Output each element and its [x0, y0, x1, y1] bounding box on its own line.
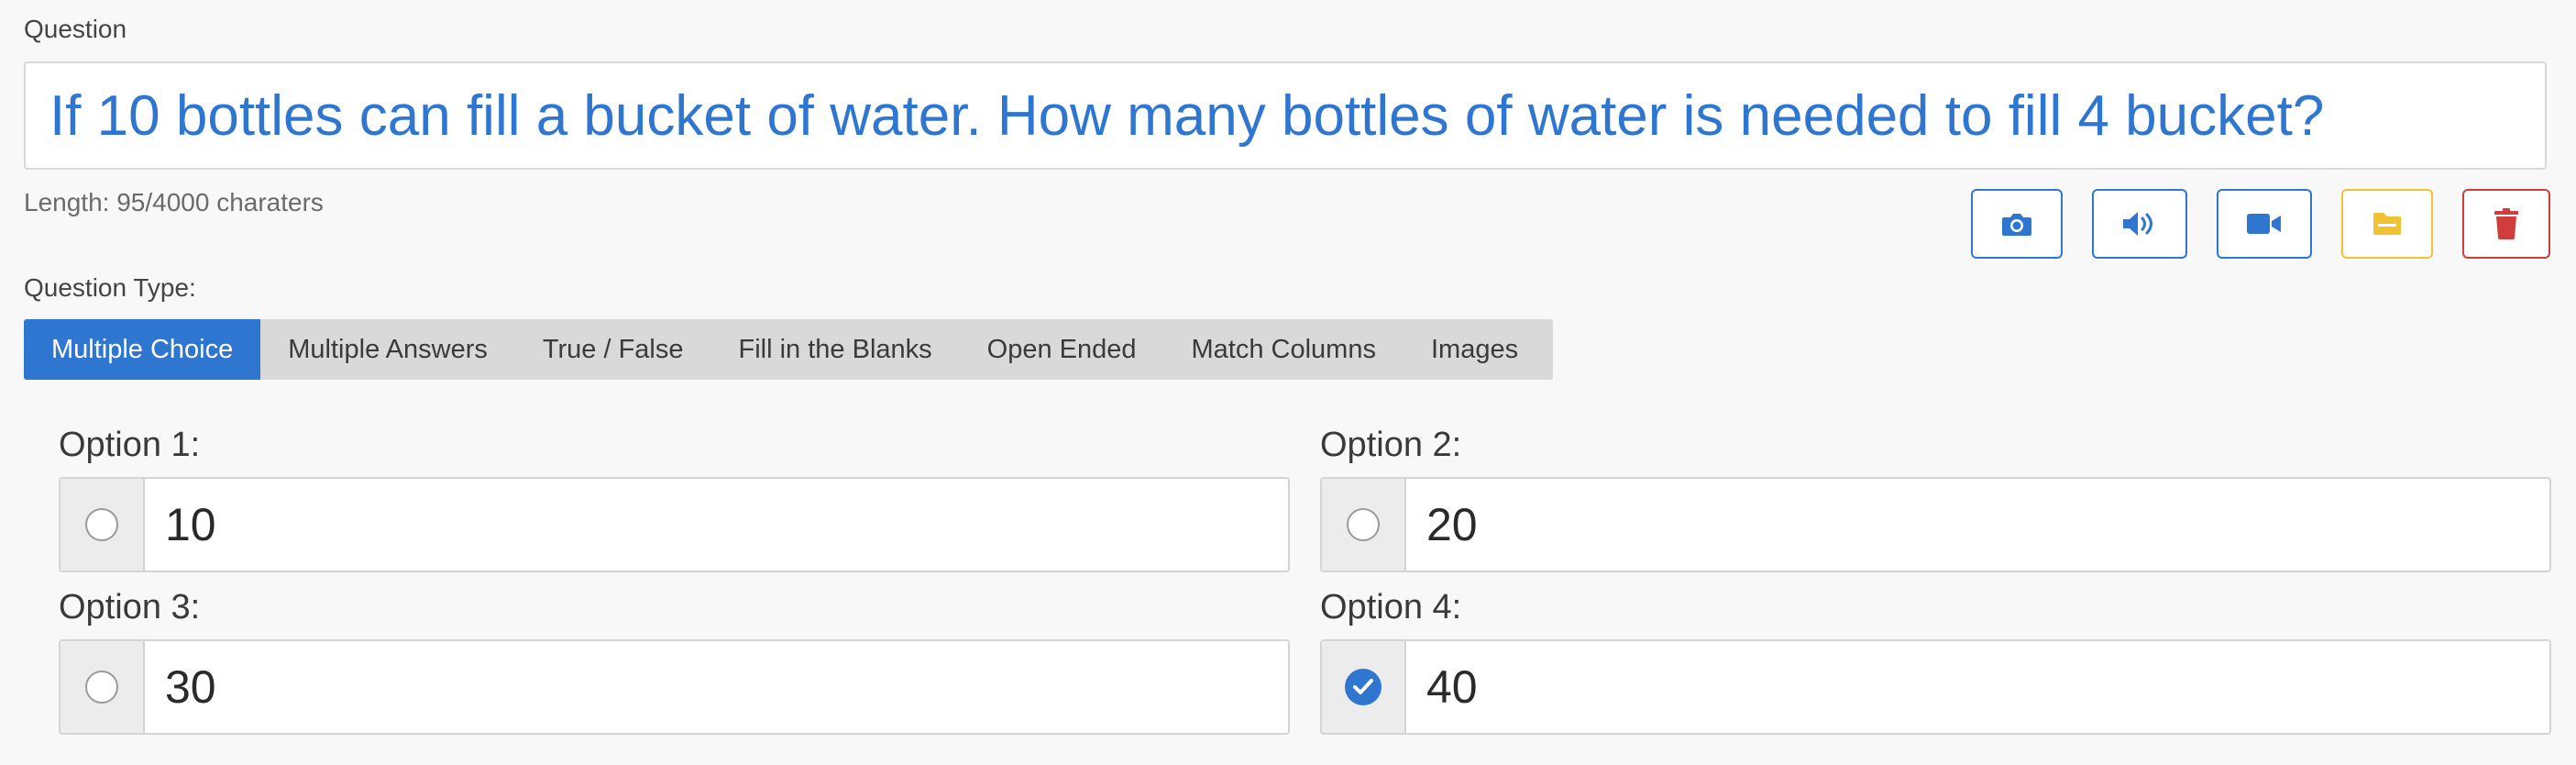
option-2-radio[interactable]	[1322, 479, 1406, 571]
check-circle-icon	[1345, 669, 1382, 705]
add-image-button[interactable]	[1971, 189, 2063, 259]
option-4-input[interactable]: 40	[1406, 641, 2549, 733]
folder-icon	[2372, 211, 2403, 237]
radio-unchecked-icon	[85, 671, 118, 704]
question-input[interactable]: If 10 bottles can fill a bucket of water…	[24, 61, 2547, 170]
tab-images[interactable]: Images	[1404, 319, 1546, 380]
option-1-label: Option 1:	[59, 426, 201, 464]
camera-icon	[2001, 210, 2032, 238]
option-2-input[interactable]: 20	[1406, 479, 2549, 571]
trash-icon	[2493, 208, 2519, 239]
question-type-tabs: Multiple Choice Multiple Answers True / …	[24, 319, 1553, 380]
radio-unchecked-icon	[85, 508, 118, 541]
question-text: If 10 bottles can fill a bucket of water…	[50, 83, 2325, 148]
option-2-label: Option 2:	[1320, 426, 1462, 464]
option-2-group: 20	[1320, 477, 2551, 572]
option-4-label: Option 4:	[1320, 588, 1462, 626]
question-type-label: Question Type:	[24, 273, 196, 302]
option-3-input[interactable]: 30	[145, 641, 1288, 733]
add-video-button[interactable]	[2217, 189, 2312, 259]
option-3-label: Option 3:	[59, 588, 201, 626]
tab-match-columns[interactable]: Match Columns	[1164, 319, 1404, 380]
option-4-group: 40	[1320, 639, 2551, 735]
tab-true-false[interactable]: True / False	[515, 319, 711, 380]
radio-unchecked-icon	[1347, 508, 1380, 541]
video-icon	[2246, 212, 2283, 236]
tab-open-ended[interactable]: Open Ended	[960, 319, 1164, 380]
option-1-radio[interactable]	[61, 479, 145, 571]
option-3-radio[interactable]	[61, 641, 145, 733]
length-counter: Length: 95/4000 charaters	[24, 188, 324, 216]
question-label: Question	[24, 15, 127, 43]
option-3-group: 30	[59, 639, 1290, 735]
add-file-button[interactable]	[2341, 189, 2433, 259]
volume-icon	[2121, 210, 2158, 238]
tab-multiple-answers[interactable]: Multiple Answers	[260, 319, 515, 380]
option-1-group: 10	[59, 477, 1290, 572]
delete-button[interactable]	[2462, 189, 2550, 259]
option-1-input[interactable]: 10	[145, 479, 1288, 571]
tab-fill-in-the-blanks[interactable]: Fill in the Blanks	[711, 319, 960, 380]
tab-multiple-choice[interactable]: Multiple Choice	[24, 319, 261, 380]
add-audio-button[interactable]	[2092, 189, 2187, 259]
option-4-radio[interactable]	[1322, 641, 1406, 733]
